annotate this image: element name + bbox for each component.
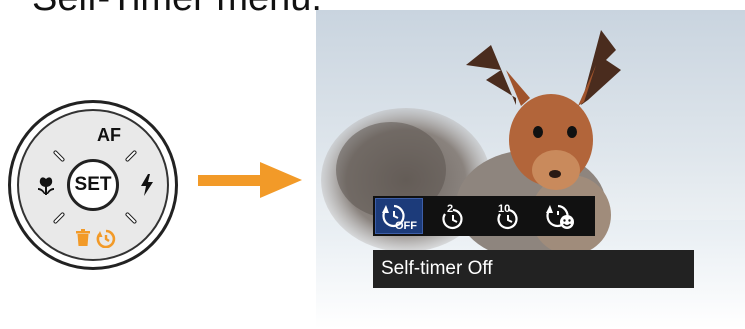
macro-flower-icon[interactable] <box>36 175 56 197</box>
menu-option-timer-10s[interactable]: 10 <box>483 198 531 234</box>
dial-af-label[interactable]: AF <box>97 126 121 144</box>
timer-10s-icon: 10 <box>497 203 518 230</box>
dial-separator <box>124 149 138 163</box>
menu-option-self-timer-off[interactable]: OFF <box>375 198 423 234</box>
menu-option-timer-2s[interactable]: 2 <box>429 198 477 234</box>
menu-option-smile-timer[interactable] <box>537 198 585 234</box>
timer-2-label: 2 <box>447 203 453 215</box>
dial-separator <box>52 149 66 163</box>
self-timer-off-icon: OFF <box>382 204 417 232</box>
off-label: OFF <box>395 220 417 232</box>
dial-ring: AF SET <box>17 109 169 261</box>
dial-separator <box>52 211 66 225</box>
trash-icon[interactable] <box>75 229 91 247</box>
timer-10-label: 10 <box>498 203 510 215</box>
flash-icon[interactable] <box>139 173 155 197</box>
right-arrow-icon <box>198 162 302 198</box>
smile-timer-icon <box>546 204 574 229</box>
dial-separator <box>124 211 138 225</box>
self-timer-menu: OFF 2 10 <box>373 196 595 236</box>
control-dial[interactable]: AF SET <box>8 100 178 270</box>
page-heading: Self-Timer menu: <box>32 0 322 17</box>
self-timer-icon[interactable] <box>95 228 117 248</box>
timer-2s-icon: 2 <box>442 203 463 230</box>
selected-option-caption: Self-timer Off <box>373 250 694 288</box>
set-button[interactable]: SET <box>67 159 119 211</box>
set-label: SET <box>74 174 112 195</box>
